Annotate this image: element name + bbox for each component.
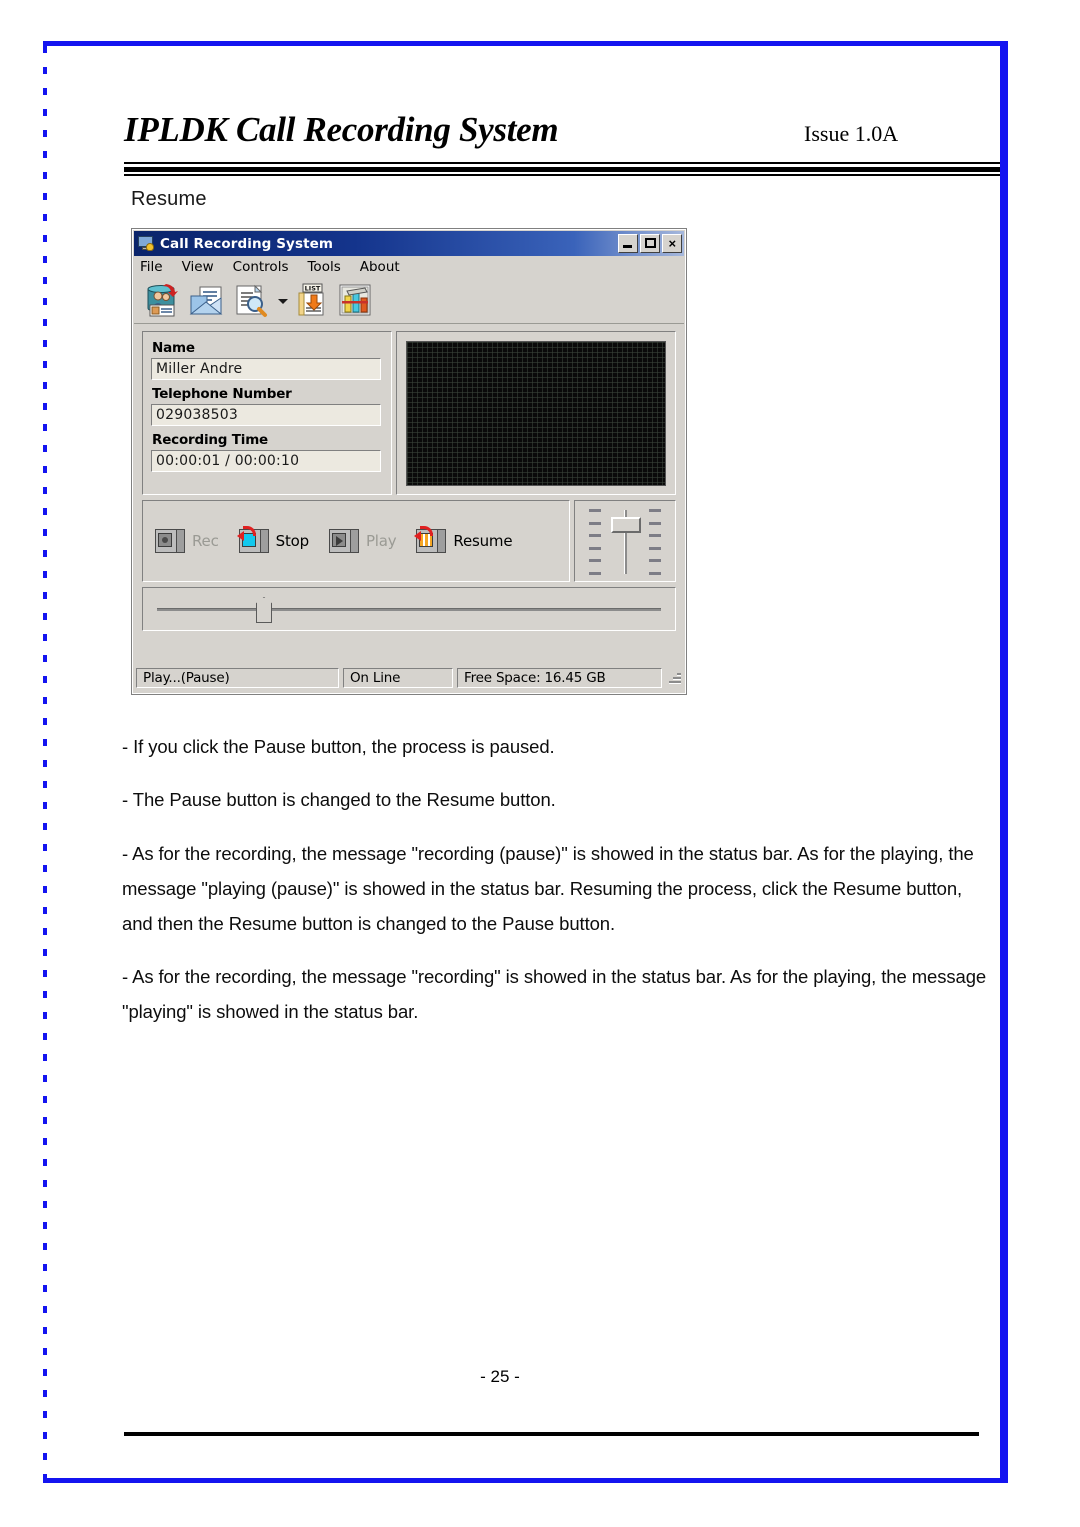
paragraph-2: - The Pause button is changed to the Res… [122, 789, 556, 810]
menu-item-file[interactable]: File [140, 259, 163, 275]
name-field[interactable]: Miller Andre [151, 358, 381, 380]
window-toolbar: LIST [134, 278, 684, 324]
svg-text:LIST: LIST [305, 284, 321, 292]
document-search-icon[interactable] [232, 282, 270, 320]
page-number: - 25 - [480, 1367, 520, 1386]
section-heading: Resume [131, 188, 207, 210]
paragraph-3: - As for the recording, the message "rec… [122, 842, 974, 934]
play-button-label: Play [365, 532, 397, 550]
document-header: IPLDK Call Recording System Issue 1.0A [124, 110, 1000, 162]
header-divider [124, 162, 1000, 176]
resume-icon [414, 526, 447, 556]
window-title: Call Recording System [160, 235, 334, 252]
document-page: IPLDK Call Recording System Issue 1.0A R… [0, 0, 1080, 1527]
rec-button-label: Rec [192, 532, 219, 550]
stop-button-label: Stop [275, 532, 310, 550]
page-border-right [1000, 41, 1008, 1483]
resize-grip-icon[interactable] [668, 671, 682, 685]
menu-item-tools[interactable]: Tools [307, 259, 340, 275]
document-title: IPLDK Call Recording System [124, 110, 559, 149]
volume-panel [574, 500, 676, 582]
minimize-button[interactable] [618, 234, 638, 253]
seek-panel [142, 587, 676, 631]
monitor-bell-icon [138, 235, 156, 253]
resume-button[interactable]: Resume [414, 526, 513, 556]
mail-envelope-icon[interactable] [188, 282, 226, 320]
volume-ticks-left [589, 509, 601, 575]
close-button[interactable]: × [662, 234, 682, 253]
menu-item-about[interactable]: About [360, 259, 400, 275]
status-panel-free-space: Free Space: 16.45 GB [457, 668, 662, 688]
window-statusbar: Play...(Pause) On Line Free Space: 16.45… [134, 665, 684, 691]
paragraph-1: - If you click the Pause button, the pro… [122, 735, 555, 757]
name-label: Name [152, 340, 195, 356]
call-info-panel: Name Miller Andre Telephone Number 02903… [142, 331, 392, 495]
window-client-area: Name Miller Andre Telephone Number 02903… [134, 325, 684, 661]
transport-controls-panel: Rec Stop Play Resume [142, 500, 570, 582]
document-issue: Issue 1.0A [804, 121, 899, 146]
settings-tools-icon[interactable] [337, 282, 375, 320]
telephone-number-field[interactable]: 029038503 [151, 404, 381, 426]
resume-button-label: Resume [453, 532, 513, 550]
page-border-bottom [43, 1478, 1008, 1483]
window-menubar: File View Controls Tools About [134, 256, 684, 278]
paragraph-4: - As for the recording, the message "rec… [122, 966, 987, 1022]
list-download-icon[interactable]: LIST [293, 282, 331, 320]
chevron-down-icon[interactable] [276, 282, 289, 320]
call-recording-system-window: Call Recording System × File View Contro… [131, 228, 687, 695]
seek-track[interactable] [157, 608, 661, 611]
led-matrix-display [406, 341, 666, 486]
recording-time-field: 00:00:01 / 00:00:10 [151, 450, 381, 472]
stop-button[interactable]: Stop [236, 526, 310, 556]
footer-divider [124, 1432, 979, 1436]
window-titlebar[interactable]: Call Recording System × [134, 231, 684, 256]
volume-ticks-right [649, 509, 661, 575]
menu-item-controls[interactable]: Controls [233, 259, 289, 275]
body-content: - If you click the Pause button, the pro… [122, 710, 992, 1040]
play-button[interactable]: Play [328, 526, 397, 556]
status-panel-activity: Play...(Pause) [136, 668, 339, 688]
play-icon [328, 526, 359, 556]
page-border-top [43, 41, 1008, 46]
volume-slider[interactable] [611, 517, 641, 533]
seek-slider[interactable] [256, 597, 272, 623]
menu-item-view[interactable]: View [182, 259, 214, 275]
phonebook-contacts-icon[interactable] [144, 282, 182, 320]
waveform-display-panel [396, 331, 676, 495]
close-icon: × [668, 236, 676, 251]
window-controls: × [618, 234, 682, 253]
stop-icon [236, 526, 269, 556]
record-icon [155, 526, 185, 556]
maximize-button[interactable] [640, 234, 660, 253]
telephone-number-label: Telephone Number [152, 386, 292, 402]
recording-time-label: Recording Time [152, 432, 269, 448]
rec-button[interactable]: Rec [155, 526, 219, 556]
page-border-left-dotted [43, 46, 47, 1483]
status-panel-connection: On Line [343, 668, 453, 688]
